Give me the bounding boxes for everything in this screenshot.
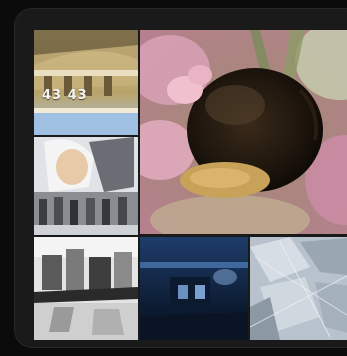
ice-texture-photo [250,237,347,340]
photo-tile-people[interactable] [34,137,138,235]
photo-tile-bw-street[interactable] [34,237,138,340]
blue-scene-photo [140,237,248,340]
people-photo [34,137,138,235]
photo-tile-ice-texture[interactable] [250,237,347,340]
photo-grid: 43 43 [34,30,347,340]
gallery-window: 43 43 [14,8,347,348]
building-number-label: 43 43 [42,88,88,103]
bumblebee-photo [140,30,347,234]
photo-tile-building[interactable]: 43 43 [34,30,138,135]
building-photo [34,30,138,135]
photo-tile-bumblebee[interactable] [140,30,347,234]
photo-tile-blue-scene[interactable] [140,237,248,340]
bw-street-photo [34,237,138,340]
